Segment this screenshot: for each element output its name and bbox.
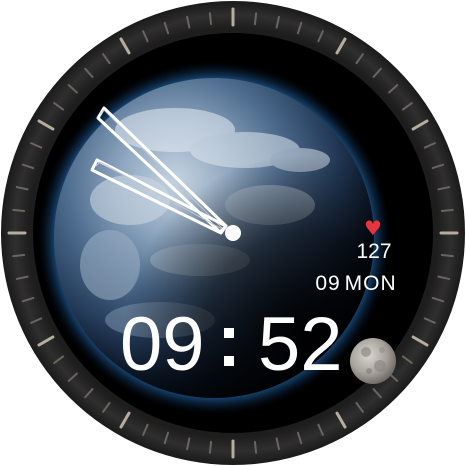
moon-icon: [350, 338, 396, 384]
watch-face: ♥ 127 09 MON 09 52: [0, 0, 466, 466]
